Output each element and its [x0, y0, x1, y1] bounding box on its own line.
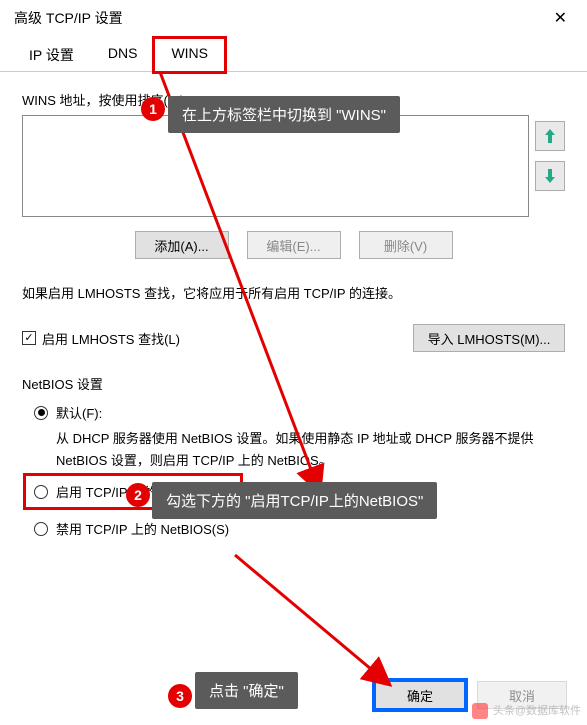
close-icon[interactable]: ✕ [546, 8, 575, 28]
enable-lmhosts-label: 启用 LMHOSTS 查找(L) [42, 329, 180, 348]
wins-address-listbox[interactable] [22, 115, 529, 217]
add-button[interactable]: 添加(A)... [135, 231, 229, 259]
ok-button[interactable]: 确定 [375, 681, 465, 709]
remove-button[interactable]: 删除(V) [359, 231, 453, 259]
move-down-button[interactable] [535, 161, 565, 191]
radio-enable-label: 启用 TCP/IP 上的 NetBIOS(N) [56, 482, 230, 501]
radio-enable-netbios[interactable]: 启用 TCP/IP 上的 NetBIOS(N) [34, 482, 230, 501]
wins-address-label: WINS 地址，按使用排序(W): [22, 90, 565, 109]
radio-icon [34, 485, 48, 499]
radio-icon [34, 522, 48, 536]
enable-lmhosts-checkbox[interactable]: ✓ 启用 LMHOSTS 查找(L) [22, 329, 180, 348]
watermark-text: 头条@数据库软件 [493, 705, 581, 717]
radio-disable-label: 禁用 TCP/IP 上的 NetBIOS(S) [56, 519, 229, 538]
lmhosts-note: 如果启用 LMHOSTS 查找，它将应用于所有启用 TCP/IP 的连接。 [22, 283, 565, 302]
edit-button[interactable]: 编辑(E)... [247, 231, 341, 259]
callout-3: 点击 "确定" [195, 672, 298, 709]
import-lmhosts-button[interactable]: 导入 LMHOSTS(M)... [413, 324, 565, 352]
step-badge-3: 3 [168, 684, 192, 708]
arrow-up-icon [544, 129, 556, 143]
radio-default-label: 默认(F): [56, 403, 102, 422]
watermark: 头条@数据库软件 [472, 702, 581, 719]
tab-wins[interactable]: WINS [154, 38, 225, 72]
radio-default[interactable]: 默认(F): [34, 403, 565, 422]
radio-default-desc: 从 DHCP 服务器使用 NetBIOS 设置。如果使用静态 IP 地址或 DH… [56, 428, 565, 472]
checkbox-icon: ✓ [22, 331, 36, 345]
tab-dns[interactable]: DNS [91, 38, 155, 71]
tab-ip[interactable]: IP 设置 [12, 38, 91, 71]
radio-disable-netbios[interactable]: 禁用 TCP/IP 上的 NetBIOS(S) [34, 519, 565, 538]
window-title: 高级 TCP/IP 设置 [14, 8, 123, 28]
radio-icon [34, 406, 48, 420]
arrow-down-icon [544, 169, 556, 183]
move-up-button[interactable] [535, 121, 565, 151]
watermark-icon [472, 703, 488, 719]
netbios-group-label: NetBIOS 设置 [22, 374, 565, 393]
